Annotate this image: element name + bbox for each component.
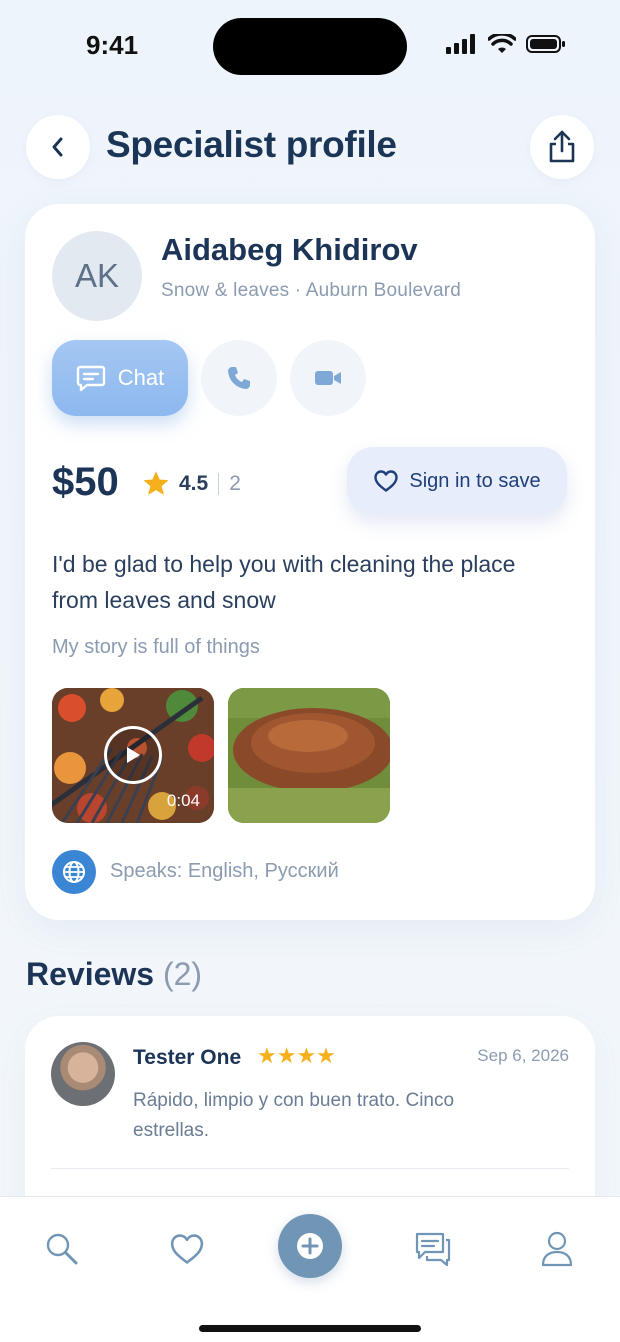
globe-icon	[52, 850, 96, 894]
video-call-button[interactable]	[290, 340, 366, 416]
price: $50	[52, 460, 119, 504]
video-thumbnail[interactable]: 0:04	[52, 688, 214, 823]
heart-icon	[170, 1234, 204, 1264]
messages-icon	[415, 1232, 451, 1267]
wifi-icon	[488, 34, 516, 53]
chat-button[interactable]: Chat	[52, 340, 188, 416]
languages: Speaks: English, Русский	[110, 860, 339, 882]
nav-favorites[interactable]	[165, 1227, 209, 1271]
chat-bubble-icon	[76, 365, 105, 392]
play-icon	[127, 747, 140, 763]
rating-count: 2	[229, 472, 241, 495]
video-camera-icon	[315, 371, 341, 385]
heart-icon	[374, 470, 399, 492]
bio: I'd be glad to help you with cleaning th…	[52, 551, 516, 613]
call-button[interactable]	[201, 340, 277, 416]
status-bar: 9:41	[0, 0, 620, 92]
rating-value: 4.5	[179, 472, 209, 495]
reviews-count: (2)	[162, 956, 203, 992]
review-text: Rápido, limpio y con buen trato. Cinco e…	[133, 1090, 455, 1141]
review-divider	[51, 1168, 569, 1169]
reviews-heading: Reviews (2)	[26, 956, 202, 993]
phone-icon	[228, 367, 250, 389]
sign-in-to-save-button[interactable]: Sign in to save	[347, 447, 567, 515]
video-duration: 0:04	[166, 791, 200, 810]
profile-icon	[541, 1231, 573, 1267]
chat-label: Chat	[117, 365, 165, 390]
review-stars: ★★★★	[257, 1043, 336, 1068]
home-indicator	[199, 1325, 421, 1332]
review-date: Sep 6, 2026	[477, 1046, 569, 1065]
specialist-subtitle: Snow & leaves · Auburn Boulevard	[161, 280, 462, 301]
back-button[interactable]	[26, 115, 90, 179]
rating: 4.5 2	[141, 466, 241, 502]
story: My story is full of things	[52, 636, 260, 658]
play-button[interactable]	[104, 726, 162, 784]
bottom-nav	[0, 1196, 620, 1342]
save-label: Sign in to save	[409, 469, 541, 492]
profile-card: AK Aidabeg Khidirov Snow & leaves · Aubu…	[25, 204, 595, 920]
reviewer-name: Tester One	[133, 1046, 242, 1069]
nav-search[interactable]	[40, 1227, 84, 1271]
dynamic-island	[213, 18, 407, 75]
nav-add-button[interactable]	[278, 1214, 342, 1278]
header: Specialist profile	[0, 112, 620, 184]
star-icon	[143, 471, 169, 495]
nav-messages[interactable]	[411, 1227, 455, 1271]
page-title: Specialist profile	[106, 124, 397, 165]
chevron-left-icon	[52, 137, 63, 157]
plus-icon	[297, 1233, 323, 1259]
globe-glyph	[63, 861, 85, 883]
leaf-pile-image	[228, 688, 390, 823]
nav-profile[interactable]	[535, 1227, 579, 1271]
avatar: AK	[52, 231, 142, 321]
battery-icon	[526, 35, 565, 53]
photo-thumbnail[interactable]	[228, 688, 390, 823]
search-icon	[46, 1233, 78, 1265]
rating-separator	[218, 473, 220, 495]
signal-icon	[446, 34, 475, 54]
status-icons	[446, 34, 566, 54]
share-icon	[549, 130, 575, 163]
reviewer-avatar	[51, 1042, 115, 1106]
status-time: 9:41	[86, 30, 139, 60]
reviews-title: Reviews	[26, 956, 155, 992]
share-button[interactable]	[530, 115, 594, 179]
specialist-name: Aidabeg Khidirov	[161, 232, 418, 267]
